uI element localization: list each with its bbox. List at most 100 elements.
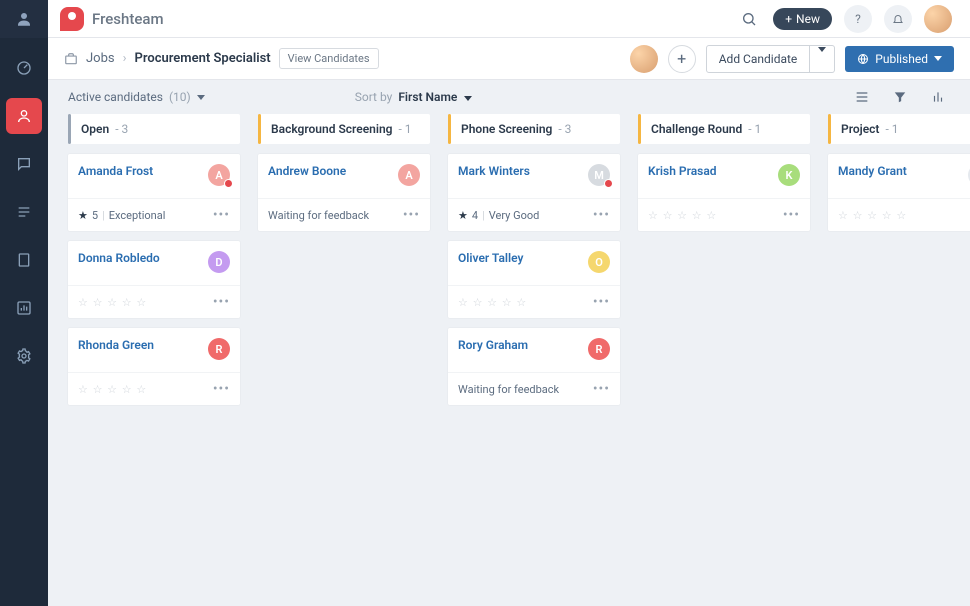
filter-label: Active candidates — [68, 90, 163, 104]
nav-settings-icon[interactable] — [6, 338, 42, 374]
user-avatar[interactable] — [924, 5, 952, 33]
breadcrumb: Jobs › Procurement Specialist View Candi… — [64, 48, 379, 69]
kanban-column: Project - 1 Mandy GrantM☆ ☆ ☆ ☆ ☆••• — [828, 114, 970, 405]
nav-tasks-icon[interactable] — [6, 194, 42, 230]
rating: ★4|Very Good — [458, 209, 539, 222]
kanban-column: Challenge Round - 1Krish PrasadK☆ ☆ ☆ ☆ … — [638, 114, 810, 405]
nav-candidates-icon[interactable] — [6, 98, 42, 134]
candidate-avatar: R — [208, 338, 230, 360]
column-title: Phone Screening — [461, 122, 552, 136]
assignee-avatar[interactable] — [630, 45, 658, 73]
more-icon[interactable]: ••• — [213, 207, 230, 223]
published-label: Published — [875, 52, 928, 66]
brand[interactable]: Freshteam — [60, 7, 164, 31]
briefcase-icon — [64, 52, 78, 66]
column-title: Project — [841, 122, 879, 136]
candidate-card[interactable]: Rory GrahamRWaiting for feedback••• — [448, 328, 620, 405]
more-icon[interactable]: ••• — [403, 207, 420, 223]
more-icon[interactable]: ••• — [213, 381, 230, 397]
candidate-card[interactable]: Mark Winters M ★4|Very Good ••• — [448, 154, 620, 231]
candidate-card[interactable]: Mandy GrantM☆ ☆ ☆ ☆ ☆••• — [828, 154, 970, 231]
column-accent — [638, 114, 641, 144]
chevron-down-icon — [818, 47, 826, 66]
candidate-name: Mandy Grant — [838, 164, 907, 178]
more-icon[interactable]: ••• — [783, 207, 800, 223]
nav-reports-icon[interactable] — [6, 290, 42, 326]
sort-field[interactable]: First Name — [398, 90, 472, 104]
add-candidate-caret[interactable] — [810, 45, 835, 73]
more-icon[interactable]: ••• — [593, 294, 610, 310]
sort-label: Sort by — [355, 90, 393, 104]
column-title: Challenge Round — [651, 122, 742, 136]
plus-icon: + — [785, 12, 792, 26]
new-button[interactable]: + New — [773, 8, 832, 30]
view-candidates-pill[interactable]: View Candidates — [279, 48, 379, 69]
candidate-card[interactable]: Andrew BooneAWaiting for feedback••• — [258, 154, 430, 231]
column-count: - 1 — [885, 122, 898, 136]
kanban-column: Phone Screening - 3 Mark Winters M ★4|Very … — [448, 114, 620, 405]
column-accent — [68, 114, 71, 144]
candidate-avatar: A — [208, 164, 230, 186]
candidate-card[interactable]: Krish PrasadK☆ ☆ ☆ ☆ ☆••• — [638, 154, 810, 231]
filter-icon[interactable] — [888, 85, 912, 109]
candidate-avatar: D — [208, 251, 230, 273]
candidate-name: Amanda Frost — [78, 164, 153, 178]
column-title: Background Screening — [271, 122, 393, 136]
more-icon[interactable]: ••• — [593, 381, 610, 397]
search-icon[interactable] — [737, 7, 761, 31]
breadcrumb-root[interactable]: Jobs — [86, 51, 115, 66]
candidate-avatar: O — [588, 251, 610, 273]
kanban-column: Open - 3Amanda FrostA★5|Exceptional•••Do… — [68, 114, 240, 405]
chevron-down-icon — [464, 96, 472, 101]
candidate-avatar: M — [588, 164, 610, 186]
rating: ☆ ☆ ☆ ☆ ☆ — [458, 296, 527, 309]
help-icon[interactable]: ? — [844, 5, 872, 33]
active-candidates-filter[interactable]: Active candidates (10) — [68, 90, 205, 104]
more-icon[interactable]: ••• — [213, 294, 230, 310]
list-view-icon[interactable] — [850, 85, 874, 109]
breadcrumb-bar: Jobs › Procurement Specialist View Candi… — [48, 38, 970, 80]
notifications-icon[interactable] — [884, 5, 912, 33]
nav-user-icon[interactable] — [0, 0, 48, 38]
column-header[interactable]: Project - 1 — [828, 114, 970, 144]
rating: ☆ ☆ ☆ ☆ ☆ — [648, 209, 717, 222]
topbar: Freshteam + New ? — [48, 0, 970, 38]
nav-dashboard-icon[interactable] — [6, 50, 42, 86]
column-count: - 1 — [748, 122, 761, 136]
nav-docs-icon[interactable] — [6, 242, 42, 278]
nav-chat-icon[interactable] — [6, 146, 42, 182]
brand-name: Freshteam — [92, 10, 164, 28]
rating: ☆ ☆ ☆ ☆ ☆ — [78, 383, 147, 396]
candidate-card[interactable]: Rhonda Green R ☆ ☆ ☆ ☆ ☆ ••• — [68, 328, 240, 405]
column-count: - 3 — [558, 122, 571, 136]
column-header[interactable]: Background Screening - 1 — [258, 114, 430, 144]
candidate-card[interactable]: Amanda FrostA★5|Exceptional••• — [68, 154, 240, 231]
candidate-name: Donna Robledo — [78, 251, 160, 265]
candidate-name: Rory Graham — [458, 338, 528, 352]
candidate-name: Andrew Boone — [268, 164, 346, 178]
column-header[interactable]: Open - 3 — [68, 114, 240, 144]
candidate-name: Rhonda Green — [78, 338, 154, 352]
column-header[interactable]: Phone Screening - 3 — [448, 114, 620, 144]
status-text: Waiting for feedback — [268, 209, 369, 222]
column-header[interactable]: Challenge Round - 1 — [638, 114, 810, 144]
candidate-name: Mark Winters — [458, 164, 530, 178]
bars-icon[interactable] — [926, 85, 950, 109]
add-candidate-button[interactable]: Add Candidate — [706, 45, 811, 73]
globe-icon — [857, 53, 869, 65]
rating-value: 5 — [92, 209, 98, 222]
rating-value: 4 — [472, 209, 478, 222]
candidate-avatar: R — [588, 338, 610, 360]
candidate-name: Krish Prasad — [648, 164, 717, 178]
column-count: - 3 — [115, 122, 128, 136]
published-button[interactable]: Published — [845, 46, 954, 72]
add-assignee-button[interactable]: + — [668, 45, 696, 73]
column-count: - 1 — [399, 122, 412, 136]
candidate-card[interactable]: Donna Robledo D ☆ ☆ ☆ ☆ ☆ ••• — [68, 241, 240, 318]
chevron-down-icon — [934, 56, 942, 61]
rating: ☆ ☆ ☆ ☆ ☆ — [78, 296, 147, 309]
more-icon[interactable]: ••• — [593, 207, 610, 223]
candidate-card[interactable]: Oliver TalleyO☆ ☆ ☆ ☆ ☆••• — [448, 241, 620, 318]
nav-rail — [0, 0, 48, 606]
badge-icon — [604, 179, 613, 188]
